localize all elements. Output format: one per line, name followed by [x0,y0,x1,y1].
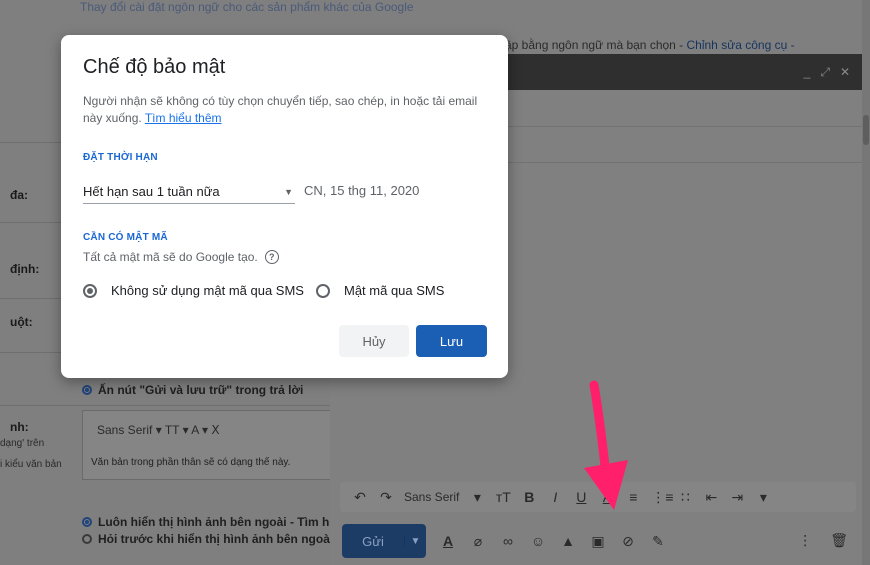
passcode-section-heading: CẦN CÓ MẬT MÃ [83,232,168,243]
numbered-list-icon[interactable]: ⋮≡ [651,489,673,506]
fullscreen-button[interactable]: ⤢ [820,65,830,80]
drive-icon[interactable]: ▲ [560,533,576,549]
redo-icon[interactable]: ↷ [378,489,394,506]
radio-selected-icon [82,385,92,395]
compose-more-actions: ⋮ 🗑 [798,532,848,549]
scroll-thumb[interactable] [863,115,869,145]
undo-icon[interactable]: ↶ [352,489,368,506]
input-tools-text: ập bằng ngôn ngữ mà bạn chọn - Chỉnh sửa… [505,38,795,52]
no-sms-passcode-option[interactable]: Không sử dụng mật mã qua SMS [83,283,304,298]
text-style-preview: Văn bản trong phần thân sẽ có dạng thế n… [91,457,291,468]
more-options-icon[interactable]: ⋮ [798,532,812,549]
more-formatting-icon[interactable]: ▾ [755,489,771,506]
insert-photo-icon[interactable]: ▣ [590,533,606,550]
expiry-date: CN, 15 thg 11, 2020 [304,183,420,198]
radio-selected-icon [83,283,97,298]
passcode-options: Không sử dụng mật mã qua SMS Mật mã qua … [83,283,444,298]
sms-passcode-option[interactable]: Mật mã qua SMS [315,283,445,298]
input-tools-label: ập bằng ngôn ngữ mà bạn chọn - [505,38,687,52]
confidential-mode-icon[interactable]: ⊘ [620,533,636,550]
dialog-title: Chế độ bảo mật [83,56,226,78]
signature-icon[interactable]: ✎ [650,533,666,550]
send-archive-option[interactable]: Ấn nút "Gửi và lưu trữ" trong trả lời [82,383,303,397]
setting-label: uột: [10,315,33,329]
edit-tools-link[interactable]: Chỉnh sửa công cụ - [687,38,795,52]
formatting-options-icon[interactable]: A [440,533,456,549]
divider [0,405,335,406]
radio-unselected-icon [315,283,330,298]
radio-selected-icon [82,517,92,527]
emoji-icon[interactable]: ☺ [530,533,546,549]
save-button[interactable]: Lưu [416,325,487,357]
confidential-mode-dialog: Chế độ bảo mật Người nhận sẽ không có tù… [61,35,508,378]
expiry-selected-value: Hết hạn sau 1 tuần nữa [83,184,220,199]
annotation-arrow-icon [584,380,628,510]
images-always-option[interactable]: Luôn hiển thị hình ảnh bên ngoài - Tìm h [82,515,329,529]
trash-icon[interactable]: 🗑 [830,532,848,549]
font-selector[interactable]: Sans Serif [404,490,459,504]
page-scrollbar[interactable] [862,0,870,565]
dialog-description: Người nhận sẽ không có tùy chọn chuyển t… [83,93,483,127]
bulleted-list-icon[interactable]: ∷ [677,489,693,506]
insert-link-icon[interactable]: ∞ [500,533,516,549]
send-label: Gửi [362,533,384,549]
help-icon[interactable]: ? [264,250,279,264]
sms-passcode-label: Mật mã qua SMS [343,283,445,298]
radio-unselected-icon [82,534,92,544]
setting-label: định: [10,262,40,276]
close-button[interactable]: ✕ [840,65,850,79]
passcode-note-text: Tất cả mật mã sẽ do Google tạo. [83,250,258,264]
dialog-description-text: Người nhận sẽ không có tùy chọn chuyển t… [83,94,478,125]
expiry-select[interactable]: Hết hạn sau 1 tuần nữa ▼ [83,180,295,204]
default-text-style-box: Sans Serif ▾ TT ▾ A ▾ Ⅹ Văn bản trong ph… [82,410,332,480]
no-sms-passcode-label: Không sử dụng mật mã qua SMS [111,283,304,298]
images-ask-label: Hỏi trước khi hiển thị hình ảnh bên ngoà [98,532,330,546]
images-ask-option[interactable]: Hỏi trước khi hiển thị hình ảnh bên ngoà [82,532,330,546]
text-size-icon[interactable]: ᴛT [495,489,511,505]
passcode-note: Tất cả mật mã sẽ do Google tạo. ? [83,250,279,264]
send-button[interactable]: Gửi ▼ [342,524,426,558]
setting-label: nh: [10,420,29,434]
cancel-button[interactable]: Hủy [339,325,409,357]
chevron-down-icon[interactable]: ▾ [469,489,485,506]
bold-icon[interactable]: B [521,489,537,505]
indent-less-icon[interactable]: ⇤ [703,489,719,506]
chevron-down-icon: ▼ [284,186,293,197]
setting-description: i kiểu văn bản [0,459,62,470]
send-options-chevron-icon[interactable]: ▼ [404,535,426,547]
indent-more-icon[interactable]: ⇥ [729,489,745,506]
setting-description: dạng' trên [0,438,45,449]
learn-more-link[interactable]: Tìm hiểu thêm [145,111,222,125]
language-settings-text: Thay đổi cài đặt ngôn ngữ cho các sản ph… [80,0,414,14]
text-style-toolbar[interactable]: Sans Serif ▾ TT ▾ A ▾ Ⅹ [97,423,220,437]
expiry-section-heading: ĐẶT THỜI HẠN [83,152,158,163]
compose-actions: Gửi ▼ A ⌀ ∞ ☺ ▲ ▣ ⊘ ✎ [342,524,666,558]
setting-label: đa: [10,188,28,202]
attach-file-icon[interactable]: ⌀ [470,533,486,550]
images-always-label: Luôn hiển thị hình ảnh bên ngoài - Tìm h [98,515,330,529]
send-archive-label: Ấn nút "Gửi và lưu trữ" trong trả lời [98,383,304,397]
minimize-button[interactable]: _ [804,65,811,79]
